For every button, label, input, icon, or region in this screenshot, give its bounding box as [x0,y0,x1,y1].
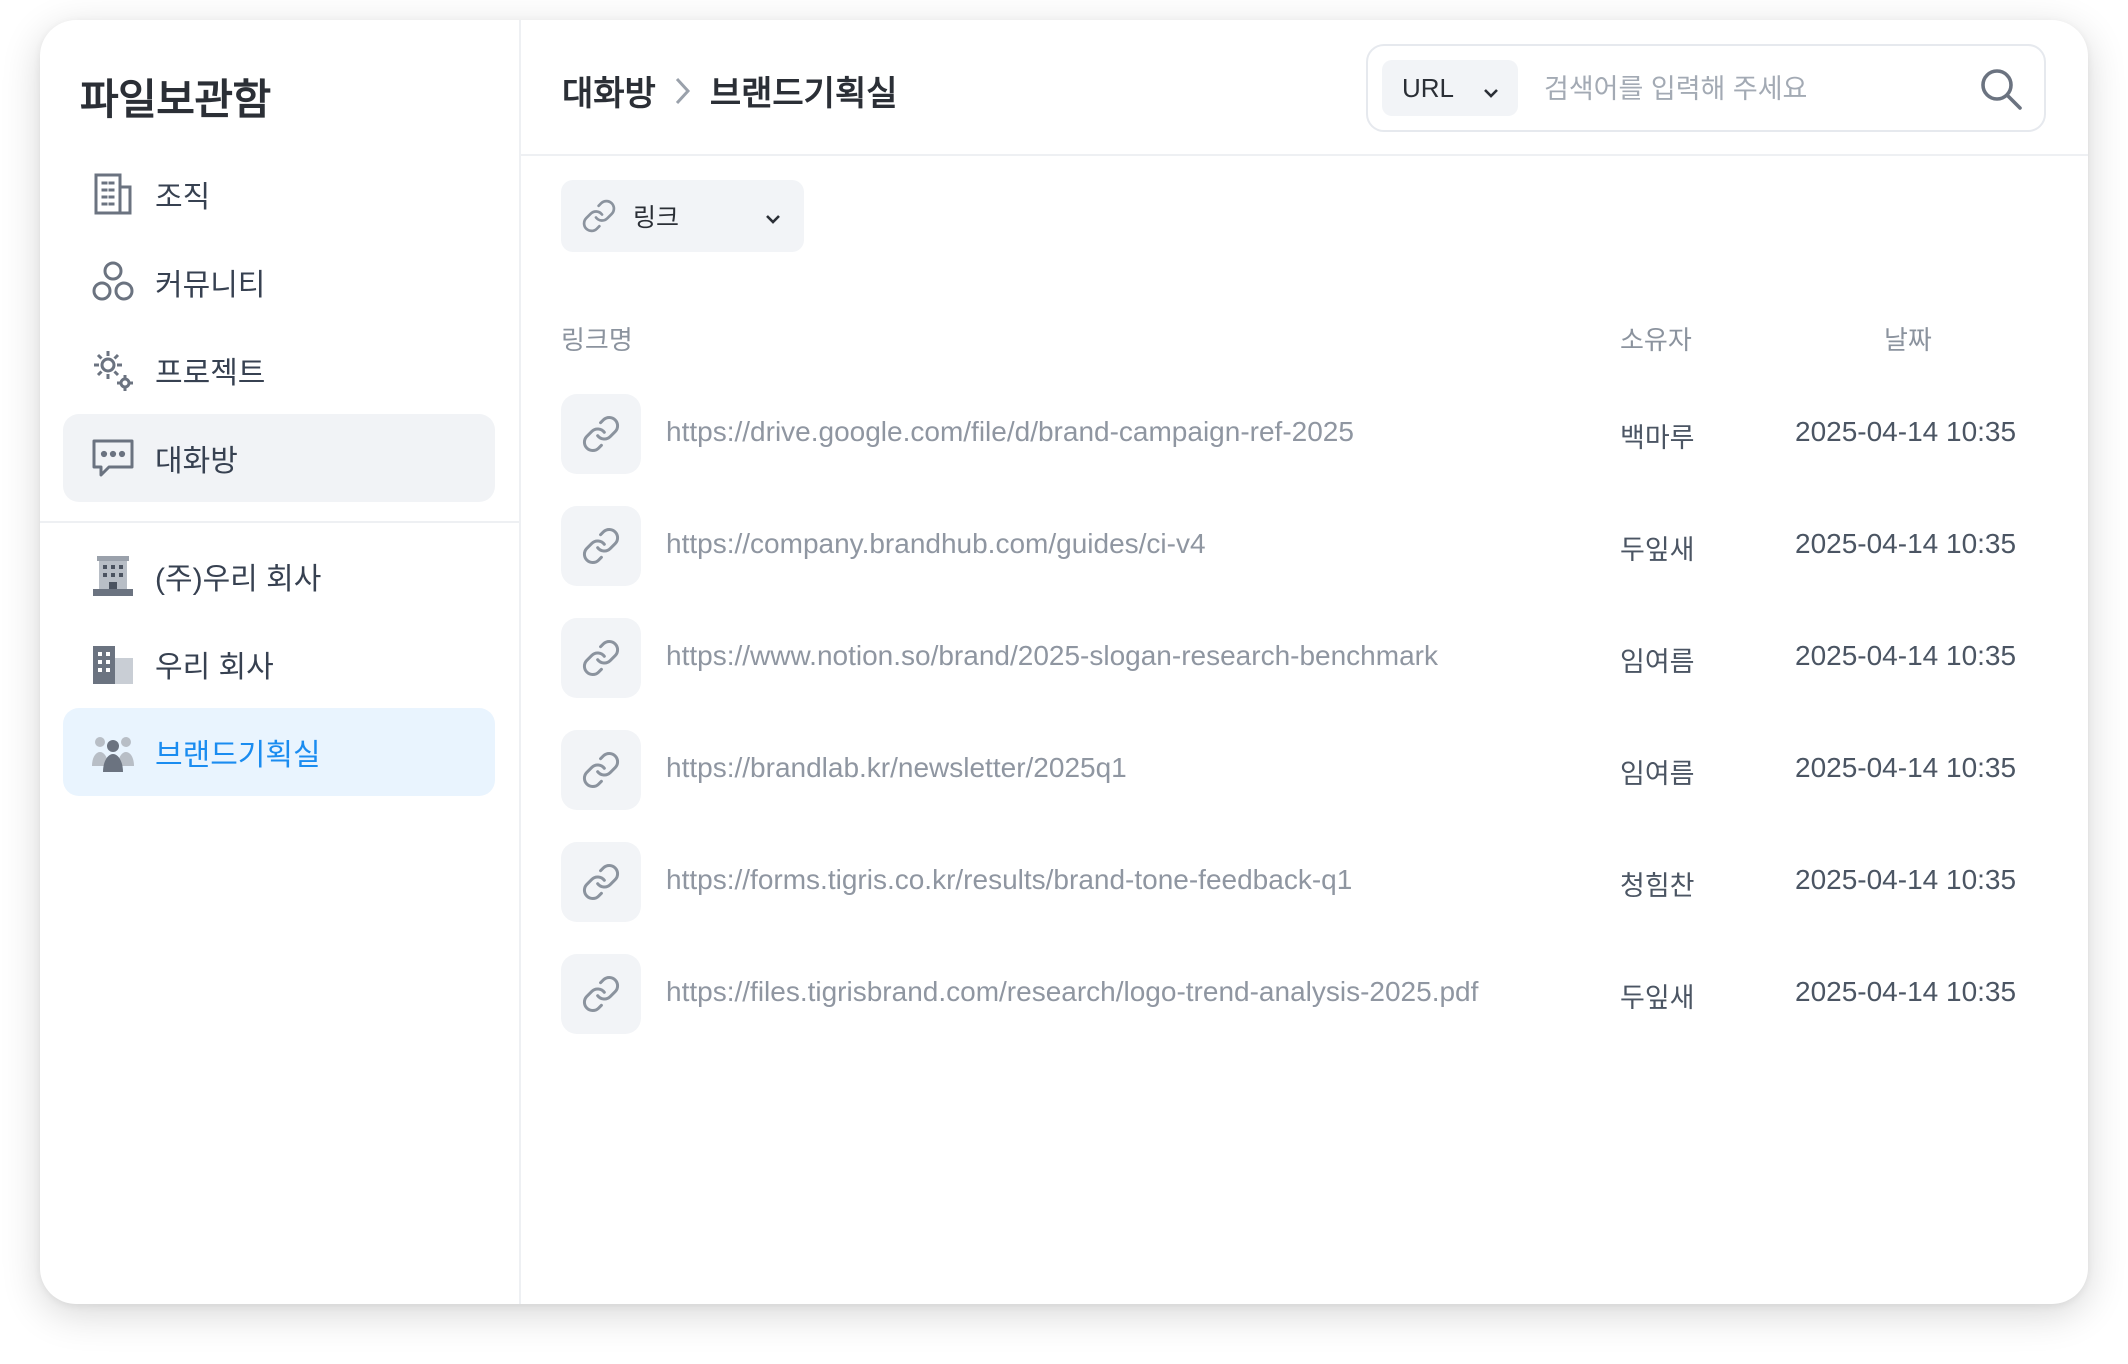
sidebar-item-our-company-corp[interactable]: (주)우리 회사 [63,532,495,620]
filter-dropdown[interactable]: 링크 [561,180,804,252]
sidebar-item-label: 우리 회사 [155,651,274,684]
main-content: 대화방 브랜드기획실 URL 검색어를 입력해 주세요 링크 링크명 소유자 날… [521,20,2088,1304]
sidebar-item-label: 프로젝트 [155,357,266,390]
sidebar-item-label: (주)우리 회사 [155,563,322,596]
team-icon [89,728,137,776]
chevron-down-icon [1482,78,1500,109]
link-icon [561,506,641,586]
link-url[interactable]: https://drive.google.com/file/d/brand-ca… [666,416,1354,448]
table-row[interactable]: https://company.brandhub.com/guides/ci-v… [561,506,2021,618]
sidebar-item-organization[interactable]: 조직 [63,150,495,238]
sidebar: 파일보관함 조직 커뮤니티 프로젝트 대화방 (주)우리 회사 우리 회사 브랜… [40,20,521,1304]
link-date: 2025-04-14 10:35 [1795,864,2017,895]
link-date: 2025-04-14 10:35 [1795,976,2017,1007]
company-building-icon [89,552,137,600]
search-type-label: URL [1402,72,1455,103]
sidebar-divider [40,521,519,523]
link-owner: 청힘찬 [1620,871,1695,901]
table-row[interactable]: https://files.tigrisbrand.com/research/l… [561,954,2021,1066]
sidebar-item-label: 조직 [155,181,211,214]
sidebar-nav-company: (주)우리 회사 우리 회사 브랜드기획실 [63,532,495,796]
link-url[interactable]: https://files.tigrisbrand.com/research/l… [666,976,1478,1008]
sidebar-item-label: 커뮤니티 [155,269,266,302]
search-input[interactable] [1542,60,1976,118]
gears-icon [89,346,137,394]
breadcrumb-item-chatroom[interactable]: 대화방 [562,66,656,115]
sidebar-item-label: 브랜드기획실 [155,739,321,772]
sidebar-item-chatroom[interactable]: 대화방 [63,414,495,502]
search-bar: URL [1366,44,2046,132]
link-url[interactable]: https://forms.tigris.co.kr/results/brand… [666,864,1352,896]
sidebar-item-label: 대화방 [155,445,238,478]
building-icon [89,170,137,218]
sidebar-item-our-company[interactable]: 우리 회사 [63,620,495,708]
header: 대화방 브랜드기획실 URL [521,20,2088,156]
office-icon [89,640,137,688]
link-url[interactable]: https://company.brandhub.com/guides/ci-v… [666,528,1206,560]
link-owner: 임여름 [1620,647,1695,677]
table-row[interactable]: https://drive.google.com/file/d/brand-ca… [561,394,2021,506]
link-icon [561,394,641,474]
breadcrumb: 대화방 브랜드기획실 [562,66,898,115]
link-icon [581,198,617,234]
sidebar-item-project[interactable]: 프로젝트 [63,326,495,414]
link-icon [561,954,641,1034]
link-icon [561,842,641,922]
link-owner: 백마루 [1620,423,1695,453]
sidebar-nav-main: 조직 커뮤니티 프로젝트 대화방 [63,150,495,502]
link-url[interactable]: https://www.notion.so/brand/2025-slogan-… [666,640,1438,672]
link-icon [561,730,641,810]
table-row[interactable]: https://www.notion.so/brand/2025-slogan-… [561,618,2021,730]
search-type-select[interactable]: URL [1382,60,1518,116]
column-header-link-name[interactable]: 링크명 [561,320,633,357]
search-icon[interactable] [1978,66,2024,112]
sidebar-item-community[interactable]: 커뮤니티 [63,238,495,326]
link-date: 2025-04-14 10:35 [1795,640,2017,671]
link-list: https://drive.google.com/file/d/brand-ca… [561,394,2021,1066]
community-icon [89,258,137,306]
chat-icon [89,434,137,482]
app-window: 파일보관함 조직 커뮤니티 프로젝트 대화방 (주)우리 회사 우리 회사 브랜… [40,20,2088,1304]
filter-label: 링크 [633,204,680,232]
table-row[interactable]: https://brandlab.kr/newsletter/2025q1 임여… [561,730,2021,842]
chevron-right-icon [674,76,692,106]
link-date: 2025-04-14 10:35 [1795,752,2017,783]
sidebar-item-brand-planning[interactable]: 브랜드기획실 [63,708,495,796]
link-date: 2025-04-14 10:35 [1795,528,2017,559]
link-icon [561,618,641,698]
app-title: 파일보관함 [80,76,271,123]
column-header-date[interactable]: 날짜 [1884,320,1932,357]
link-url[interactable]: https://brandlab.kr/newsletter/2025q1 [666,752,1127,784]
link-owner: 두잎새 [1620,983,1695,1013]
breadcrumb-item-current: 브랜드기획실 [709,75,898,113]
column-header-owner[interactable]: 소유자 [1620,320,1692,357]
link-date: 2025-04-14 10:35 [1795,416,2017,447]
table-row[interactable]: https://forms.tigris.co.kr/results/brand… [561,842,2021,954]
link-owner: 두잎새 [1620,535,1695,565]
link-owner: 임여름 [1620,759,1695,789]
chevron-down-icon [764,206,782,235]
